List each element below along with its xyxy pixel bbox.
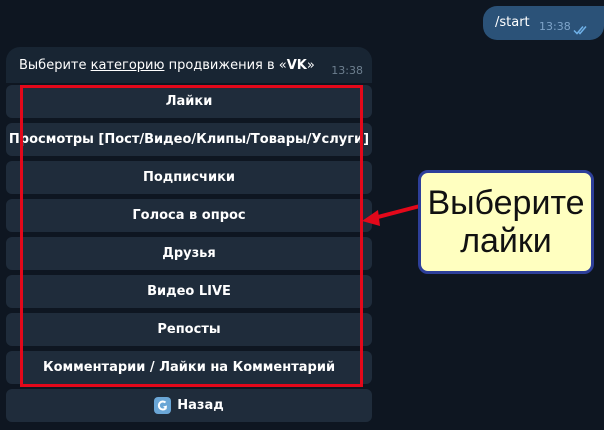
incoming-message-text: Выберите категорию продвижения в «VK» xyxy=(19,58,315,73)
incoming-message-time: 13:38 xyxy=(331,64,363,77)
category-link[interactable]: категорию xyxy=(91,58,165,73)
friends-button[interactable]: Друзья xyxy=(6,237,372,270)
subscribers-button[interactable]: Подписчики xyxy=(6,161,372,194)
callout-box: Выберите лайки xyxy=(418,170,594,274)
back-button[interactable]: Назад xyxy=(6,389,372,422)
outgoing-message-text: /start xyxy=(495,15,530,30)
outgoing-message: /start 13:38 xyxy=(483,6,604,40)
back-arrow-icon xyxy=(154,397,172,414)
views-button[interactable]: Просмотры [Пост/Видео/Клипы/Товары/Услуг… xyxy=(6,123,372,156)
callout-line-2: лайки xyxy=(460,222,552,260)
poll-votes-button[interactable]: Голоса в опрос xyxy=(6,199,372,232)
video-live-button[interactable]: Видео LIVE xyxy=(6,275,372,308)
back-button-label: Назад xyxy=(177,398,224,413)
callout-line-1: Выберите xyxy=(427,184,585,222)
comments-button[interactable]: Комментарии / Лайки на Комментарий xyxy=(6,351,372,384)
incoming-message: Выберите категорию продвижения в «VK» 13… xyxy=(6,47,372,83)
reposts-button[interactable]: Репосты xyxy=(6,313,372,346)
likes-button[interactable]: Лайки xyxy=(6,85,372,118)
red-arrow-icon xyxy=(358,198,422,242)
double-check-icon xyxy=(573,20,589,39)
outgoing-message-time: 13:38 xyxy=(539,20,571,33)
